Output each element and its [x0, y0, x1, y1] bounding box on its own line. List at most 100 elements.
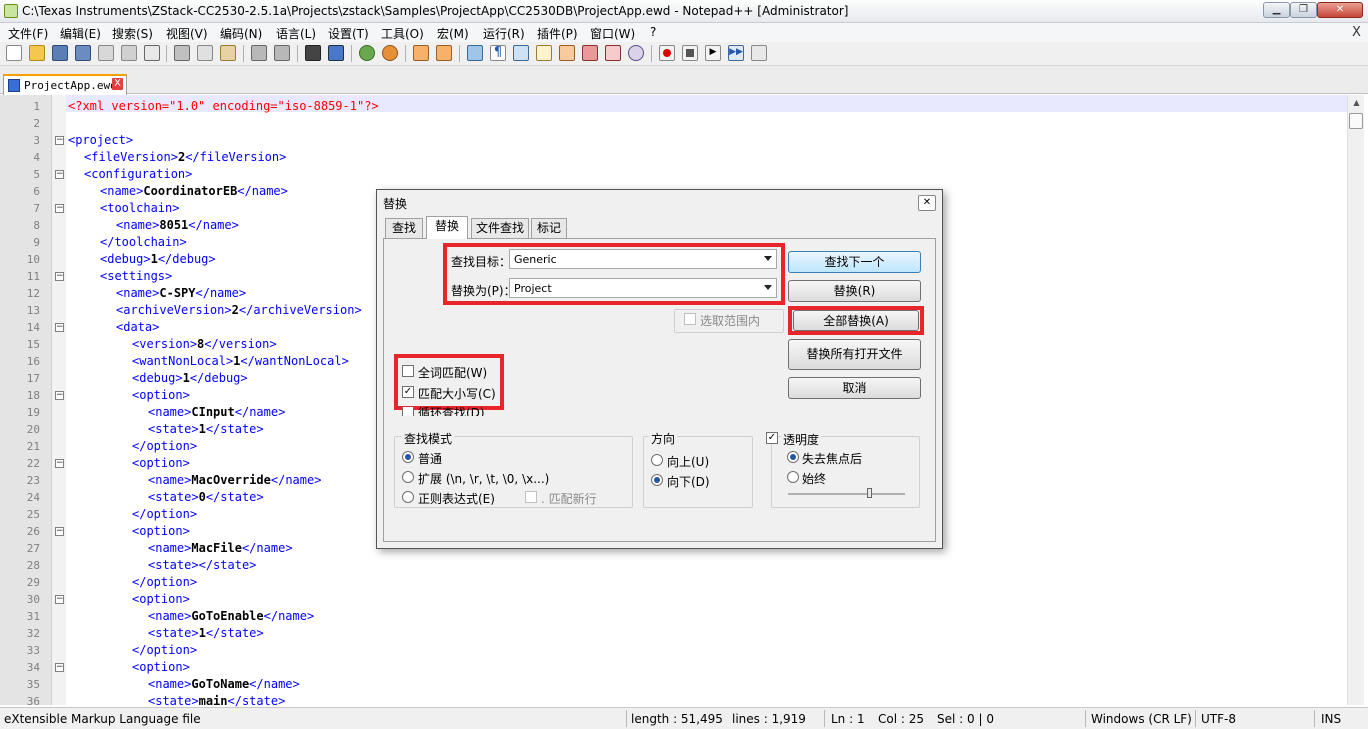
scroll-up-icon[interactable]: ▲ [1350, 97, 1363, 110]
menu-window[interactable]: 窗口(W) [590, 25, 635, 42]
tab-find-in-files[interactable]: 文件查找 [471, 218, 529, 238]
redo-icon[interactable] [274, 45, 290, 61]
paste-icon[interactable] [220, 45, 236, 61]
folder-workspace-icon[interactable] [582, 45, 598, 61]
save-all-icon[interactable] [75, 45, 91, 61]
fold-toggle-icon[interactable]: − [55, 204, 64, 213]
line-number: 32 [26, 627, 40, 640]
tag-name: name [278, 609, 307, 623]
code-line: <settings> [100, 269, 173, 283]
mode-regex-radio[interactable] [402, 491, 414, 503]
wrap-around-checkbox[interactable] [402, 407, 414, 416]
minimize-button[interactable]: ▁ [1263, 2, 1290, 18]
print-icon[interactable] [144, 45, 160, 61]
save-macro-icon[interactable] [751, 45, 767, 61]
menu-edit[interactable]: 编辑(E) [60, 25, 101, 42]
replace-input[interactable]: Project [509, 278, 777, 298]
replace-button[interactable]: 替换(R) [788, 280, 921, 302]
close-window-button[interactable]: ✕ [1317, 2, 1363, 18]
fold-toggle-icon[interactable]: − [55, 663, 64, 672]
copy-icon[interactable] [197, 45, 213, 61]
zoom-out-icon[interactable] [382, 45, 398, 61]
fold-toggle-icon[interactable]: − [55, 527, 64, 536]
code-line: <version>8</version> [132, 337, 277, 351]
fold-toggle-icon[interactable]: − [55, 323, 64, 332]
menu-tools[interactable]: 工具(O) [381, 25, 424, 42]
menu-search[interactable]: 搜索(S) [112, 25, 153, 42]
find-next-button[interactable]: 查找下一个 [788, 251, 921, 273]
fold-toggle-icon[interactable]: − [55, 595, 64, 604]
fold-toggle-icon[interactable]: − [55, 272, 64, 281]
play-macro-icon[interactable]: ▶ [705, 45, 721, 61]
menu-macro[interactable]: 宏(M) [437, 25, 469, 42]
word-wrap-icon[interactable] [467, 45, 483, 61]
line-number: 1 [33, 100, 40, 113]
scroll-thumb[interactable] [1349, 113, 1363, 129]
menu-file[interactable]: 文件(F) [8, 25, 48, 42]
record-macro-icon[interactable] [659, 45, 675, 61]
dialog-close-button[interactable]: ✕ [918, 195, 936, 211]
transparency-slider-thumb[interactable] [866, 488, 872, 498]
indent-guide-icon[interactable] [513, 45, 529, 61]
code-line: </toolchain> [100, 235, 187, 249]
show-all-chars-icon[interactable]: ¶ [490, 45, 506, 61]
menu-help[interactable]: ? [650, 25, 656, 39]
find-input[interactable]: Generic [509, 249, 777, 269]
open-file-icon[interactable] [29, 45, 45, 61]
tab-mark[interactable]: 标记 [531, 218, 567, 238]
menu-view[interactable]: 视图(V) [166, 25, 208, 42]
folder-icon[interactable] [605, 45, 621, 61]
wrap-around-row[interactable]: 循环查找(D) [399, 407, 504, 416]
menu-plugins[interactable]: 插件(P) [537, 25, 578, 42]
stop-macro-icon[interactable] [682, 45, 698, 61]
always-radio[interactable] [787, 471, 799, 483]
mode-normal-radio[interactable] [402, 451, 414, 463]
undo-icon[interactable] [251, 45, 267, 61]
fold-toggle-icon[interactable]: − [55, 459, 64, 468]
line-number: 25 [26, 508, 40, 521]
on-lose-focus-radio[interactable] [787, 451, 799, 463]
monitoring-icon[interactable] [628, 45, 644, 61]
tab-find[interactable]: 查找 [385, 218, 423, 238]
replace-all-open-docs-button[interactable]: 替换所有打开文件 [788, 339, 921, 370]
chevron-down-icon[interactable] [764, 285, 772, 290]
zoom-in-icon[interactable] [359, 45, 375, 61]
cancel-button[interactable]: 取消 [788, 377, 921, 399]
direction-down-radio[interactable] [651, 474, 663, 486]
transparency-checkbox[interactable]: ✓ [766, 432, 778, 444]
find-icon[interactable] [305, 45, 321, 61]
run-macro-multiple-icon[interactable]: ▶▶ [728, 45, 744, 61]
mode-normal-label: 普通 [418, 452, 443, 466]
new-file-icon[interactable] [6, 45, 22, 61]
sync-vertical-icon[interactable] [413, 45, 429, 61]
menu-language[interactable]: 语言(L) [276, 25, 316, 42]
maximize-button[interactable]: ❐ [1290, 2, 1317, 18]
direction-up-radio[interactable] [651, 454, 663, 466]
vertical-scrollbar[interactable]: ▲ [1347, 95, 1364, 705]
close-file-icon[interactable] [98, 45, 114, 61]
menu-encoding[interactable]: 编码(N) [220, 25, 262, 42]
tag-name: name [155, 473, 185, 487]
sync-horizontal-icon[interactable] [436, 45, 452, 61]
replace-all-button[interactable]: 全部替换(A) [793, 310, 919, 331]
whole-word-checkbox[interactable] [402, 365, 414, 377]
fold-toggle-icon[interactable]: − [55, 170, 64, 179]
save-icon[interactable] [52, 45, 68, 61]
tab-replace[interactable]: 替换 [426, 216, 468, 239]
match-case-checkbox[interactable]: ✓ [402, 386, 414, 398]
chevron-down-icon[interactable] [764, 256, 772, 261]
mode-extended-radio[interactable] [402, 471, 414, 483]
doc-map-icon[interactable] [536, 45, 552, 61]
cut-icon[interactable] [174, 45, 190, 61]
function-list-icon[interactable] [559, 45, 575, 61]
replace-icon[interactable] [328, 45, 344, 61]
transparency-slider[interactable] [788, 493, 905, 495]
menu-settings[interactable]: 设置(T) [328, 25, 369, 42]
close-doc-icon[interactable]: X [1352, 25, 1361, 40]
fold-toggle-icon[interactable]: − [55, 136, 64, 145]
menu-run[interactable]: 运行(R) [483, 25, 525, 42]
tab-close-icon[interactable]: X [112, 78, 123, 90]
fold-toggle-icon[interactable]: − [55, 391, 64, 400]
close-all-icon[interactable] [121, 45, 137, 61]
tab-projectapp[interactable]: ProjectApp.ewd X [3, 74, 127, 95]
